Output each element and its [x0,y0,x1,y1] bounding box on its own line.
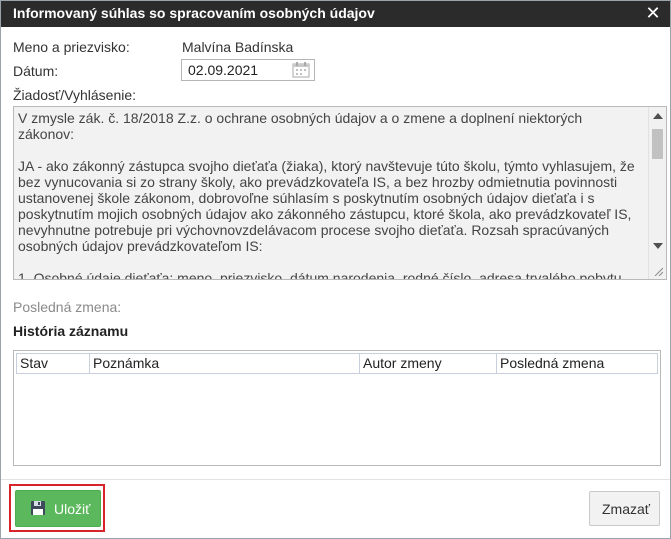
date-value: 02.09.2021 [188,62,259,78]
column-header-last-change[interactable]: Posledná zmena [497,354,657,373]
calendar-icon[interactable] [292,62,310,78]
history-table-header: Stav Poznámka Autor zmeny Posledná zmena [16,353,658,374]
request-label: Žiadosť/Vyhlásenie: [13,87,137,103]
request-textarea[interactable]: V zmysle zák. č. 18/2018 Z.z. o ochrane … [13,106,667,280]
column-header-note[interactable]: Poznámka [90,354,360,373]
clear-button-label: Zmazať [602,501,651,517]
close-icon[interactable]: ✕ [644,4,662,22]
save-button-label: Uložiť [54,501,91,517]
request-text: V zmysle zák. č. 18/2018 Z.z. o ochrane … [18,110,635,280]
resize-grip-icon[interactable] [653,266,663,276]
scroll-down-arrow-icon[interactable] [653,243,663,249]
textarea-scrollbar[interactable] [648,107,666,279]
date-label: Dátum: [13,63,59,79]
consent-dialog: Informovaný súhlas so spracovaním osobný… [0,0,671,539]
column-header-status[interactable]: Stav [17,354,90,373]
last-change-label: Posledná zmena: [13,299,122,315]
save-button[interactable]: Uložiť [15,490,101,527]
dialog-title: Informovaný súhlas so spracovaním osobný… [13,5,375,21]
history-title: História záznamu [13,323,129,339]
history-table: Stav Poznámka Autor zmeny Posledná zmena [13,350,661,466]
dialog-titlebar: Informovaný súhlas so spracovaním osobný… [1,1,670,27]
column-header-author[interactable]: Autor zmeny [360,354,497,373]
scroll-up-arrow-icon[interactable] [653,113,663,119]
date-field[interactable]: 02.09.2021 [181,59,315,81]
name-label: Meno a priezvisko: [13,39,130,55]
clear-button[interactable]: Zmazať [589,491,660,526]
footer-divider [1,479,670,480]
scroll-thumb[interactable] [652,129,663,159]
name-value: Malvína Badínska [182,39,294,55]
save-icon [31,501,45,515]
